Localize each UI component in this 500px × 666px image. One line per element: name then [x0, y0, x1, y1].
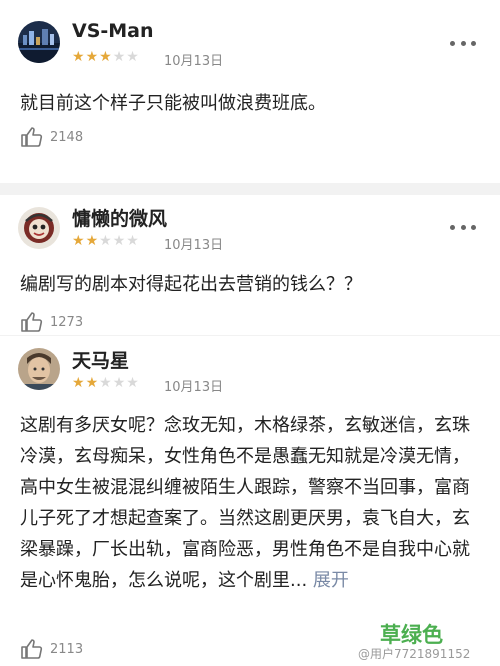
watermark-handle: @用户7721891152 [358, 647, 471, 661]
star-icon: ★ [85, 49, 100, 65]
comment-date: 10月13日 [164, 238, 224, 253]
star-icon: ★ [126, 49, 140, 65]
like-count: 2113 [50, 641, 84, 657]
rating-stars: ★★★★★ [72, 233, 140, 249]
star-icon: ★ [126, 233, 140, 249]
thumbs-up-icon [21, 127, 43, 147]
like-count: 2148 [50, 129, 84, 145]
more-options-button[interactable] [450, 38, 476, 48]
more-horizontal-icon [450, 40, 455, 46]
thumbs-up-icon [21, 312, 43, 332]
comment-date: 10月13日 [164, 380, 224, 395]
comment-card: 慵懒的微风 ★★★★★ 10月13日 编剧写的剧本对得起花出去营销的钱么？？ 1… [0, 195, 500, 335]
star-icon: ★ [126, 375, 140, 391]
like-button[interactable]: 2148 [20, 125, 83, 149]
star-icon: ★ [112, 375, 127, 391]
comment-card: VS-Man ★★★★★ 10月13日 就目前这个样子只能被叫做浪费班底。 21… [0, 0, 500, 183]
comment-text-block: 这剧有多厌女呢？念玫无知，木格绿茶，玄敏迷信，玄珠冷漠，玄母痴呆，女性角色不是愚… [20, 410, 482, 596]
star-icon: ★ [85, 375, 100, 391]
star-icon: ★ [112, 49, 127, 65]
avatar[interactable] [18, 207, 60, 249]
star-icon: ★ [85, 233, 100, 249]
avatar-image-icon [18, 207, 60, 249]
username[interactable]: 慵懒的微风 [72, 204, 167, 231]
username[interactable]: VS-Man [72, 20, 154, 42]
star-icon: ★ [72, 375, 86, 391]
username[interactable]: 天马星 [72, 346, 129, 373]
star-icon: ★ [99, 375, 113, 391]
comment-text: 就目前这个样子只能被叫做浪费班底。 [20, 93, 326, 114]
rating-stars: ★★★★★ [72, 375, 140, 391]
comment-text: 这剧有多厌女呢？念玫无知，木格绿茶，玄敏迷信，玄珠冷漠，玄母痴呆，女性角色不是愚… [20, 415, 470, 591]
like-count: 1273 [50, 314, 84, 330]
like-button[interactable]: 1273 [20, 310, 83, 334]
avatar-image-icon [18, 21, 60, 63]
comment-text: 编剧写的剧本对得起花出去营销的钱么？？ [20, 274, 362, 295]
thumbs-up-icon [21, 639, 43, 659]
star-icon: ★ [99, 49, 113, 65]
star-icon: ★ [99, 233, 113, 249]
star-icon: ★ [112, 233, 127, 249]
more-horizontal-icon [450, 224, 455, 230]
like-button[interactable]: 2113 [20, 637, 83, 661]
rating-stars: ★★★★★ [72, 49, 140, 65]
avatar[interactable] [18, 348, 60, 390]
avatar[interactable] [18, 21, 60, 63]
star-icon: ★ [72, 233, 86, 249]
comment-card: 天马星 ★★★★★ 10月13日 这剧有多厌女呢？念玫无知，木格绿茶，玄敏迷信，… [0, 336, 500, 666]
more-options-button[interactable] [450, 222, 476, 232]
star-icon: ★ [72, 49, 86, 65]
avatar-image-icon [18, 348, 60, 390]
comment-date: 10月13日 [164, 54, 224, 69]
comments-page: VS-Man ★★★★★ 10月13日 就目前这个样子只能被叫做浪费班底。 21… [0, 0, 500, 666]
expand-link[interactable]: 展开 [313, 570, 349, 591]
